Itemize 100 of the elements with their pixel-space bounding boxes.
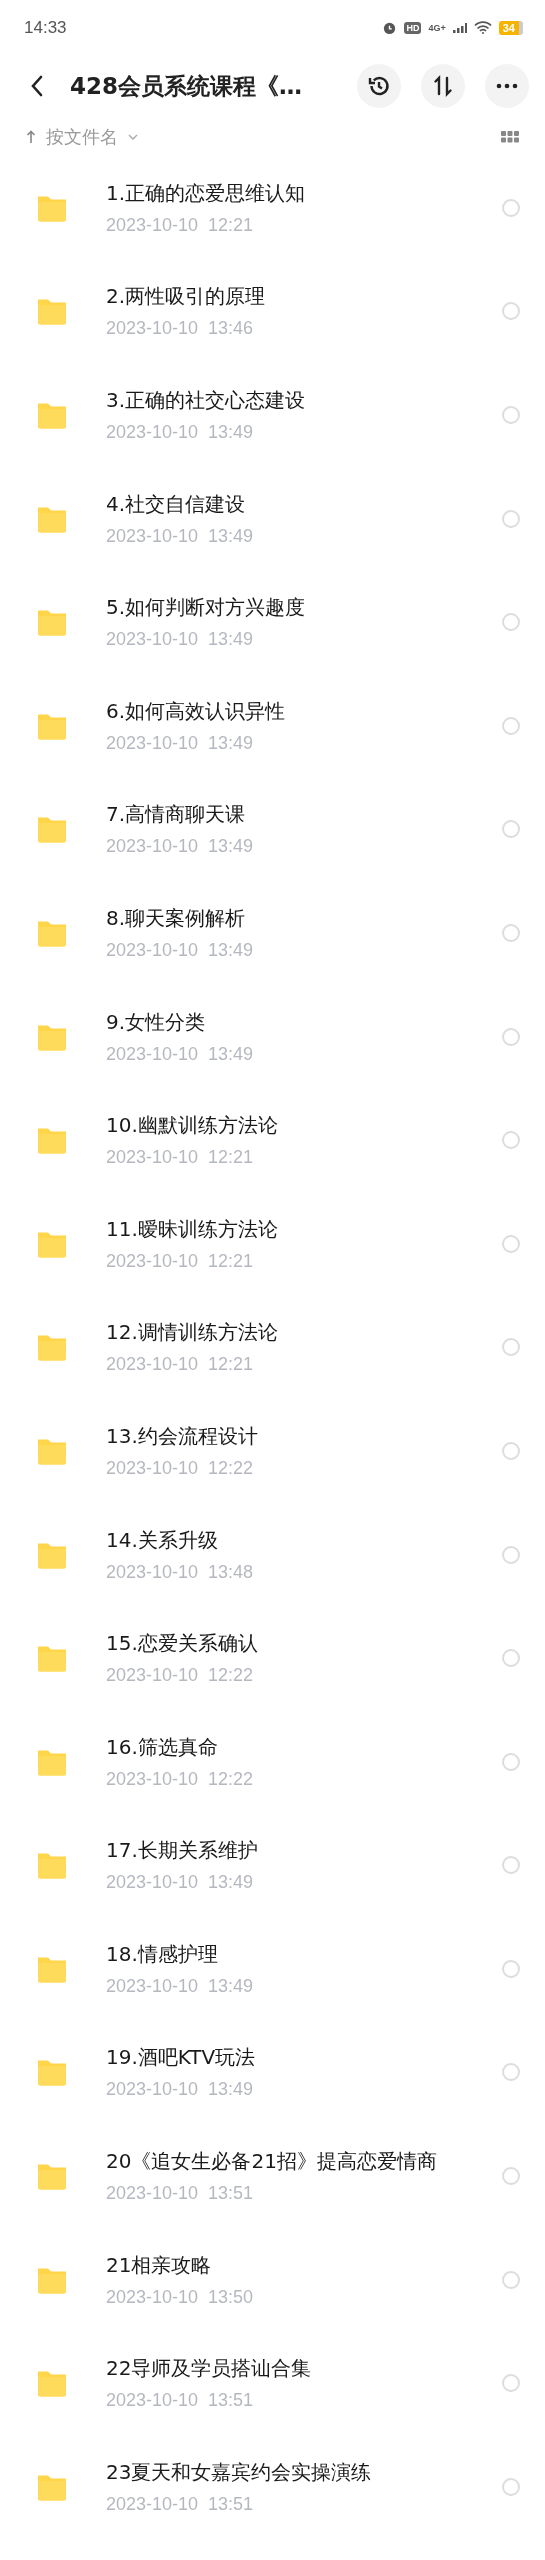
select-radio[interactable] xyxy=(502,1649,520,1668)
folder-row[interactable]: 12.调情训练方法论 2023-10-10 12:21 xyxy=(0,1295,545,1400)
folder-row[interactable]: 14.关系升级 2023-10-10 13:48 xyxy=(0,1502,545,1607)
folder-date: 2023-10-10 13:48 xyxy=(106,1561,255,1583)
select-radio[interactable] xyxy=(502,613,520,632)
folder-date: 2023-10-10 13:50 xyxy=(106,2286,255,2308)
folder-date: 2023-10-10 12:22 xyxy=(106,1457,255,1479)
folder-name: 17.长期关系维护 xyxy=(106,1837,259,1865)
history-icon xyxy=(367,74,391,98)
folder-row[interactable]: 1.正确的恋爱思维认知 2023-10-10 12:21 xyxy=(0,156,545,260)
folder-icon xyxy=(36,401,68,429)
select-radio[interactable] xyxy=(502,198,520,217)
select-radio[interactable] xyxy=(502,923,520,942)
select-radio[interactable] xyxy=(502,1959,520,1978)
history-button[interactable] xyxy=(357,64,401,108)
folder-icon xyxy=(36,2369,68,2398)
select-radio[interactable] xyxy=(502,1545,520,1564)
folder-row[interactable]: 4.社交自信建设 2023-10-10 13:49 xyxy=(0,466,545,571)
folder-row[interactable]: 17.长期关系维护 2023-10-10 13:49 xyxy=(0,1813,545,1918)
folder-name: 21相亲攻略 xyxy=(106,2251,213,2279)
folder-name: 15.恋爱关系确认 xyxy=(106,1630,259,1658)
select-radio[interactable] xyxy=(502,1441,520,1460)
folder-name: 7.高情商聊天课 xyxy=(106,801,247,829)
folder-row[interactable]: 3.正确的社交心态建设 2023-10-10 13:49 xyxy=(0,363,545,467)
folder-name: 14.关系升级 xyxy=(106,1526,219,1554)
folder-date: 2023-10-10 12:21 xyxy=(106,1354,255,1376)
folder-date: 2023-10-10 13:51 xyxy=(106,2390,255,2412)
folder-row[interactable]: 22导师及学员搭讪合集 2023-10-10 13:51 xyxy=(0,2331,545,2436)
folder-name: 10.幽默训练方法论 xyxy=(106,1112,279,1140)
folder-row[interactable]: 11.暧昧训练方法论 2023-10-10 12:21 xyxy=(0,1191,545,1296)
folder-row[interactable]: 2.两性吸引的原理 2023-10-10 13:46 xyxy=(0,259,545,364)
folder-row[interactable]: 5.如何判断对方兴趣度 2023-10-10 13:49 xyxy=(0,570,545,674)
folder-icon xyxy=(36,1333,68,1362)
sort-button[interactable] xyxy=(421,64,465,108)
folder-row[interactable]: 19.酒吧KTV玩法 2023-10-10 13:49 xyxy=(0,2020,545,2125)
folder-row[interactable]: 20《追女生必备21招》提高恋爱情商 2023-10-10 13:51 xyxy=(0,2124,545,2228)
select-radio[interactable] xyxy=(502,509,520,528)
folder-name: 18.情感护理 xyxy=(106,1940,219,1968)
folder-row[interactable]: 7.高情商聊天课 2023-10-10 13:49 xyxy=(0,777,545,882)
folder-date: 2023-10-10 12:22 xyxy=(106,1768,255,1790)
folder-row[interactable]: 8.聊天案例解析 2023-10-10 13:49 xyxy=(0,881,545,985)
folder-date: 2023-10-10 13:49 xyxy=(106,939,255,961)
folder-icon xyxy=(36,297,68,326)
folder-date: 2023-10-10 13:49 xyxy=(106,629,255,651)
folder-date: 2023-10-10 13:49 xyxy=(106,2079,255,2101)
folder-row[interactable]: 10.幽默训练方法论 2023-10-10 12:21 xyxy=(0,1088,545,1192)
signal-icon xyxy=(452,22,467,33)
folder-icon xyxy=(36,815,68,844)
folder-name: 6.如何高效认识异性 xyxy=(106,697,287,725)
grid-view-icon[interactable] xyxy=(501,130,519,143)
select-radio[interactable] xyxy=(502,1856,520,1875)
sort-arrows-icon xyxy=(432,75,454,97)
select-radio[interactable] xyxy=(502,1752,520,1771)
folder-date: 2023-10-10 13:49 xyxy=(106,1975,255,1997)
battery-indicator: 34 xyxy=(498,20,523,35)
folder-name: 20《追女生必备21招》提高恋爱情商 xyxy=(106,2148,438,2176)
folder-date: 2023-10-10 13:49 xyxy=(106,1043,255,1065)
select-radio[interactable] xyxy=(502,820,520,839)
folder-date: 2023-10-10 13:49 xyxy=(106,836,255,858)
folder-row[interactable]: 15.恋爱关系确认 2023-10-10 12:22 xyxy=(0,1606,545,1710)
folder-name: 12.调情训练方法论 xyxy=(106,1319,279,1347)
select-radio[interactable] xyxy=(502,302,520,321)
folder-row[interactable]: 18.情感护理 2023-10-10 13:49 xyxy=(0,1917,545,2021)
select-radio[interactable] xyxy=(502,2063,520,2082)
select-radio[interactable] xyxy=(502,716,520,735)
select-radio[interactable] xyxy=(502,2374,520,2393)
select-radio[interactable] xyxy=(502,1338,520,1357)
folder-name: 22导师及学员搭讪合集 xyxy=(106,2355,313,2383)
more-button[interactable] xyxy=(485,64,529,108)
folder-date: 2023-10-10 12:22 xyxy=(106,1665,255,1687)
folder-date: 2023-10-10 12:21 xyxy=(106,214,255,236)
folder-title: 428会员系统课程《… xyxy=(70,71,303,101)
select-radio[interactable] xyxy=(502,2270,520,2289)
status-time: 14:33 xyxy=(24,17,67,38)
select-radio[interactable] xyxy=(502,1234,520,1253)
folder-row[interactable]: 6.如何高效认识异性 2023-10-10 13:49 xyxy=(0,673,545,778)
folder-icon xyxy=(36,1126,68,1155)
folder-name: 5.如何判断对方兴趣度 xyxy=(106,594,307,622)
folder-date: 2023-10-10 13:49 xyxy=(106,1872,255,1894)
folder-row[interactable]: 23夏天和女嘉宾约会实操演练 2023-10-10 13:51 xyxy=(0,2435,545,2539)
folder-row[interactable]: 13.约会流程设计 2023-10-10 12:22 xyxy=(0,1399,545,1503)
wifi-icon xyxy=(473,21,492,34)
folder-date: 2023-10-10 13:51 xyxy=(106,2493,255,2515)
alarm-icon xyxy=(382,20,398,35)
folder-name: 19.酒吧KTV玩法 xyxy=(106,2044,257,2072)
folder-date: 2023-10-10 13:51 xyxy=(106,2183,255,2205)
folder-row[interactable]: 16.筛选真命 2023-10-10 12:22 xyxy=(0,1709,545,1814)
folder-row[interactable]: 9.女性分类 2023-10-10 13:49 xyxy=(0,984,545,1089)
folder-name: 9.女性分类 xyxy=(106,1008,207,1036)
select-radio[interactable] xyxy=(502,1027,520,1046)
folder-row[interactable]: 21相亲攻略 2023-10-10 13:50 xyxy=(0,2227,545,2332)
folder-name: 8.聊天案例解析 xyxy=(106,904,247,932)
folder-date: 2023-10-10 13:46 xyxy=(106,318,255,340)
folder-name: 11.暧昧训练方法论 xyxy=(106,1215,279,1243)
select-radio[interactable] xyxy=(502,406,520,424)
network-indicator: 4G+ xyxy=(428,22,446,33)
select-radio[interactable] xyxy=(502,1131,520,1150)
select-radio[interactable] xyxy=(502,2167,520,2186)
select-radio[interactable] xyxy=(502,2477,520,2496)
folder-name: 3.正确的社交心态建设 xyxy=(106,387,307,414)
